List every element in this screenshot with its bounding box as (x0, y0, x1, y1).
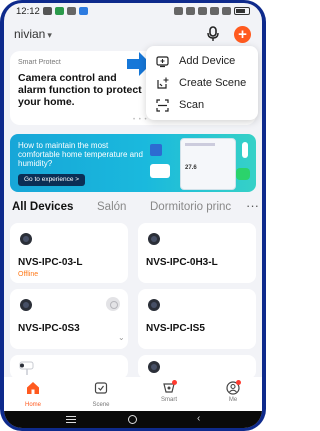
recent-apps-icon[interactable] (66, 416, 76, 423)
camera-icon (20, 299, 32, 311)
device-card[interactable] (10, 355, 128, 379)
home-selector[interactable]: nivian ▾ (14, 27, 52, 41)
mail-icon (78, 7, 88, 15)
system-nav-bar: ‹ (4, 411, 262, 428)
menu-item-scan[interactable]: Scan (146, 94, 258, 116)
thermometer-icon (242, 142, 248, 158)
notification-icon (42, 7, 52, 15)
smart-icon-wrap (162, 380, 177, 395)
device-card[interactable]: NVS-IPC-IS5 (138, 289, 256, 349)
scan-icon (156, 98, 169, 112)
phone-mockup-image: 27.6 (180, 138, 236, 190)
banner-text: How to maintain the most comfortable hom… (18, 141, 143, 168)
tab-salon[interactable]: Salón (97, 201, 126, 213)
scene-icon (94, 382, 108, 394)
tab-label: Me (228, 397, 238, 403)
menu-item-create-scene[interactable]: Create Scene (146, 72, 258, 94)
device-icon (150, 144, 162, 156)
menu-item-label: Scan (179, 99, 205, 111)
device-name: NVS-IPC-03-L (18, 257, 83, 268)
humidity-icon (236, 168, 250, 180)
nfc-icon (174, 7, 183, 15)
device-card[interactable] (138, 355, 256, 379)
menu-item-add-device[interactable]: Add Device (146, 50, 258, 72)
bottom-tab-bar: Home Scene Smart Me (4, 377, 262, 411)
message-icon (66, 7, 76, 15)
add-menu: Add Device Create Scene Scan (146, 46, 258, 120)
notification-dot (236, 380, 241, 385)
tab-scene[interactable]: Scene (76, 379, 126, 409)
status-bar: 12:12 (4, 3, 262, 19)
camera-icon (148, 233, 160, 245)
chevron-down-icon: ▾ (47, 30, 52, 40)
promo-title: Camera control and alarm function to pro… (18, 72, 142, 108)
me-icon-wrap (226, 380, 241, 395)
home-icon (27, 382, 39, 394)
menu-item-label: Add Device (179, 55, 236, 67)
camera-icon (148, 299, 160, 311)
camera-icon (148, 361, 160, 373)
app-screen: 12:12 nivian ▾ + Smart Protect Camera co… (4, 3, 262, 428)
battery-icon (234, 7, 250, 15)
tab-label: Home (24, 402, 41, 408)
wifi-icon (210, 7, 219, 15)
home-circle-icon[interactable] (128, 415, 137, 424)
tab-label: Scene (92, 402, 110, 408)
microphone-icon[interactable] (206, 26, 220, 42)
power-icon[interactable] (106, 297, 120, 311)
app-notification-icon (54, 7, 64, 15)
tab-dormitorio[interactable]: Dormitorio princ (150, 201, 231, 213)
tab-me[interactable]: Me (208, 379, 258, 409)
phone-frame: 12:12 nivian ▾ + Smart Protect Camera co… (0, 0, 266, 431)
chevron-down-icon[interactable]: ⌄ (118, 333, 125, 342)
create-scene-icon (157, 77, 169, 89)
bluetooth-icon (186, 7, 195, 15)
tab-home[interactable]: Home (8, 379, 58, 409)
promo-small-title: Smart Protect (18, 59, 61, 66)
tab-label: Smart (160, 397, 177, 403)
device-name: NVS-IPC-0S3 (18, 323, 80, 334)
outdoor-camera-icon (19, 361, 34, 375)
go-to-experience-button[interactable]: Go to experience > (18, 174, 86, 186)
app-header: nivian ▾ + (4, 21, 262, 47)
menu-item-label: Create Scene (179, 77, 247, 89)
tab-all-devices[interactable]: All Devices (12, 201, 73, 213)
status-right (174, 7, 250, 15)
device-status: Offline (18, 271, 39, 278)
device-card[interactable]: NVS-IPC-0S3 ⌄ (10, 289, 128, 349)
status-left: 12:12 (16, 6, 88, 17)
vibrate-icon (198, 7, 207, 15)
add-device-icon (156, 55, 169, 67)
device-card[interactable]: NVS-IPC-0H3-L (138, 223, 256, 283)
more-tabs-icon[interactable]: ··· (246, 201, 259, 213)
status-time: 12:12 (16, 5, 40, 17)
room-tabs: All Devices Salón Dormitorio princ ··· (12, 201, 262, 217)
signal-icon (222, 7, 231, 15)
mockup-temperature: 27.6 (185, 165, 197, 171)
sensor-icon (150, 164, 170, 178)
back-icon[interactable]: ‹ (197, 414, 200, 424)
mockup-header (185, 143, 215, 146)
tab-smart[interactable]: Smart (144, 379, 194, 409)
carousel-dots: • • • (133, 117, 148, 123)
home-name-label: nivian (14, 27, 46, 41)
camera-icon (20, 233, 32, 245)
notification-dot (172, 380, 177, 385)
device-card[interactable]: NVS-IPC-03-L Offline (10, 223, 128, 283)
add-button[interactable]: + (234, 26, 251, 43)
device-name: NVS-IPC-0H3-L (146, 257, 218, 268)
promo-banner[interactable]: How to maintain the most comfortable hom… (10, 134, 256, 192)
device-name: NVS-IPC-IS5 (146, 323, 205, 334)
